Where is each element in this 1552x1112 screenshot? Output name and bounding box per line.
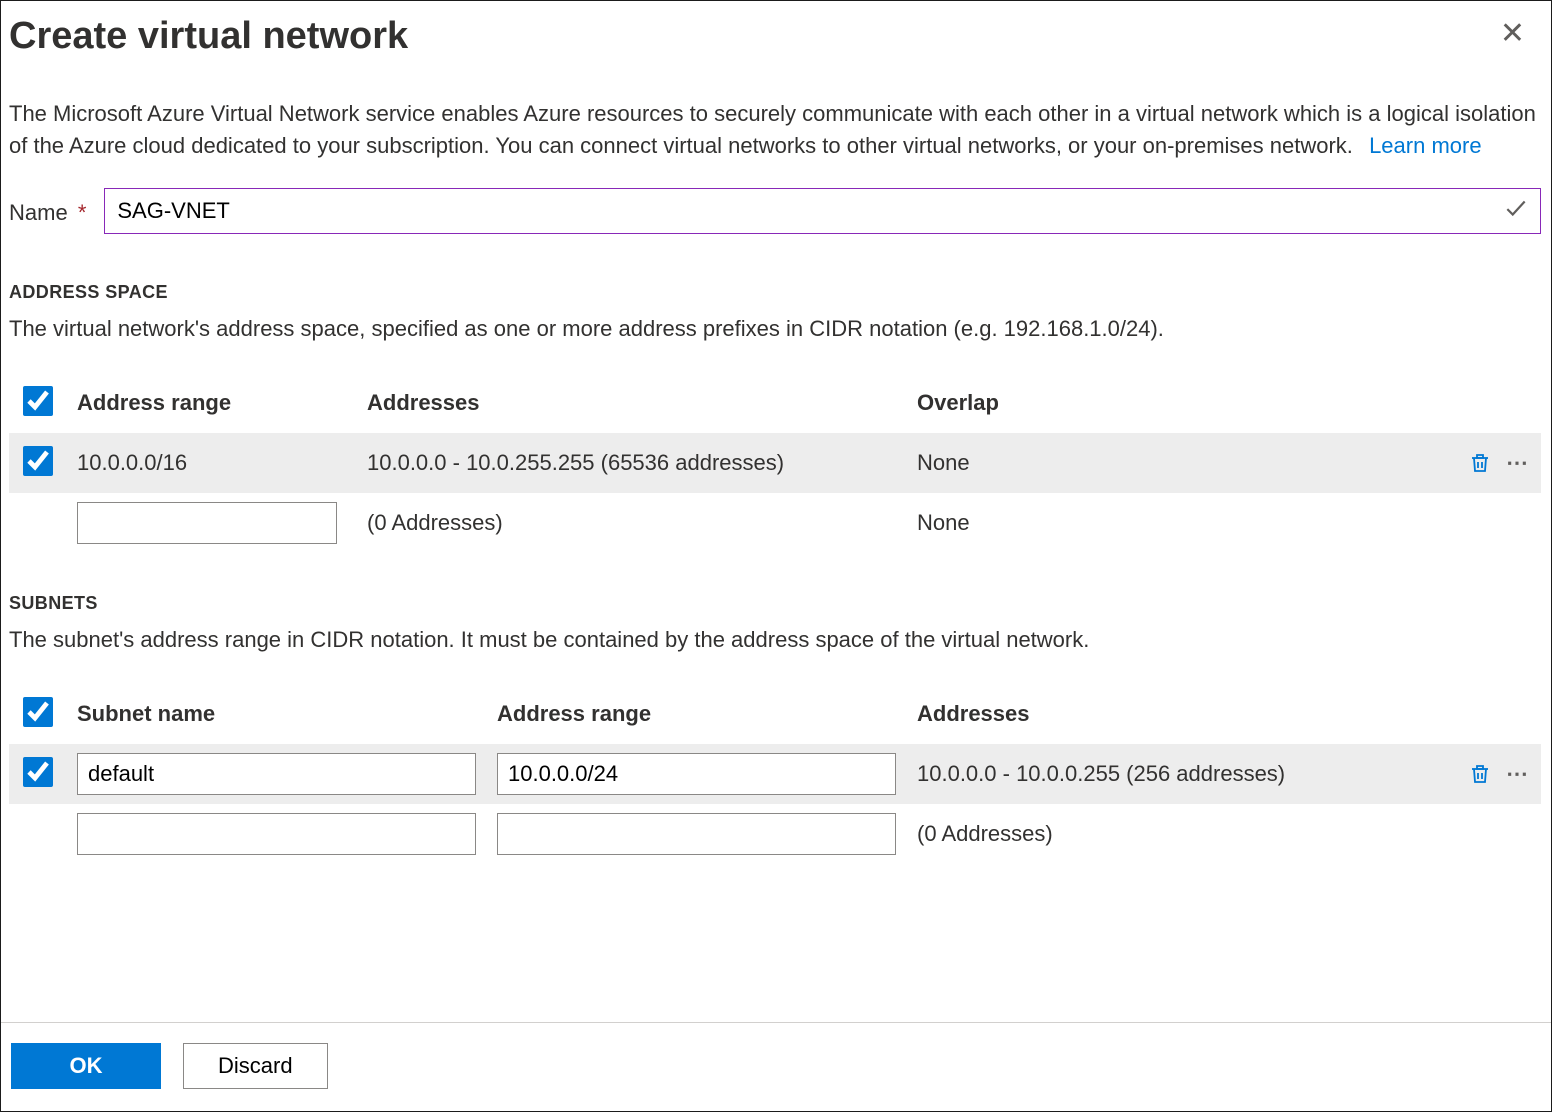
address-new-row: (0 Addresses) None — [9, 493, 1541, 553]
discard-button[interactable]: Discard — [183, 1043, 328, 1089]
delete-subnet-button[interactable] — [1466, 760, 1494, 788]
panel-header: Create virtual network ✕ — [1, 1, 1551, 62]
address-row-more-button[interactable]: ⋯ — [1504, 448, 1529, 478]
address-space-header-row: Address range Addresses Overlap — [9, 373, 1541, 433]
ellipsis-icon: ⋯ — [1506, 450, 1529, 475]
required-asterisk: * — [78, 200, 87, 225]
col-addresses: Addresses — [367, 390, 917, 416]
name-label: Name * — [9, 196, 86, 226]
address-space-table: Address range Addresses Overlap 10.0.0.0… — [9, 373, 1541, 553]
col-subnet-range: Address range — [497, 701, 917, 727]
subnets-table: Subnet name Address range Addresses 10.0… — [9, 684, 1541, 864]
col-subnet-name: Subnet name — [77, 701, 497, 727]
address-space-heading: ADDRESS SPACE — [9, 282, 1541, 303]
intro-text: The Microsoft Azure Virtual Network serv… — [9, 101, 1536, 158]
ellipsis-icon: ⋯ — [1506, 761, 1529, 786]
subnets-description: The subnet's address range in CIDR notat… — [9, 624, 1541, 656]
create-vnet-panel: Create virtual network ✕ The Microsoft A… — [0, 0, 1552, 1112]
subnet-row-addresses: 10.0.0.0 - 10.0.0.255 (256 addresses) — [917, 761, 1451, 787]
col-overlap: Overlap — [917, 390, 1451, 416]
intro-paragraph: The Microsoft Azure Virtual Network serv… — [9, 98, 1541, 162]
address-select-all-checkbox[interactable] — [23, 386, 53, 416]
new-subnet-addresses: (0 Addresses) — [917, 821, 1451, 847]
new-address-addresses: (0 Addresses) — [367, 510, 917, 536]
new-address-range-input[interactable] — [77, 502, 337, 544]
subnet-select-all-checkbox[interactable] — [23, 697, 53, 727]
subnets-header-row: Subnet name Address range Addresses — [9, 684, 1541, 744]
subnet-row-checkbox[interactable] — [23, 757, 53, 787]
address-row: 10.0.0.0/16 10.0.0.0 - 10.0.255.255 (655… — [9, 433, 1541, 493]
address-row-checkbox[interactable] — [23, 446, 53, 476]
learn-more-link[interactable]: Learn more — [1369, 133, 1482, 158]
name-input-wrap — [104, 188, 1541, 234]
trash-icon — [1468, 451, 1492, 475]
address-row-overlap: None — [917, 450, 1451, 476]
subnet-name-input[interactable] — [77, 753, 476, 795]
panel-title: Create virtual network — [9, 11, 408, 62]
close-button[interactable]: ✕ — [1496, 11, 1529, 53]
name-input[interactable] — [104, 188, 1541, 234]
col-address-range: Address range — [77, 390, 367, 416]
address-space-description: The virtual network's address space, spe… — [9, 313, 1541, 345]
subnet-row: 10.0.0.0 - 10.0.0.255 (256 addresses) ⋯ — [9, 744, 1541, 804]
ok-button[interactable]: OK — [11, 1043, 161, 1089]
new-subnet-name-input[interactable] — [77, 813, 476, 855]
subnet-range-input[interactable] — [497, 753, 896, 795]
subnet-new-row: (0 Addresses) — [9, 804, 1541, 864]
name-label-text: Name — [9, 200, 68, 225]
panel-body: The Microsoft Azure Virtual Network serv… — [1, 62, 1551, 1022]
trash-icon — [1468, 762, 1492, 786]
subnet-row-more-button[interactable]: ⋯ — [1504, 759, 1529, 789]
name-field-row: Name * — [9, 188, 1541, 234]
delete-address-button[interactable] — [1466, 449, 1494, 477]
col-subnet-addresses: Addresses — [917, 701, 1451, 727]
panel-footer: OK Discard — [1, 1022, 1551, 1111]
address-row-addresses: 10.0.0.0 - 10.0.255.255 (65536 addresses… — [367, 450, 917, 476]
new-address-overlap: None — [917, 510, 1451, 536]
subnets-heading: SUBNETS — [9, 593, 1541, 614]
address-row-range: 10.0.0.0/16 — [77, 450, 367, 476]
close-icon: ✕ — [1500, 17, 1525, 50]
new-subnet-range-input[interactable] — [497, 813, 896, 855]
